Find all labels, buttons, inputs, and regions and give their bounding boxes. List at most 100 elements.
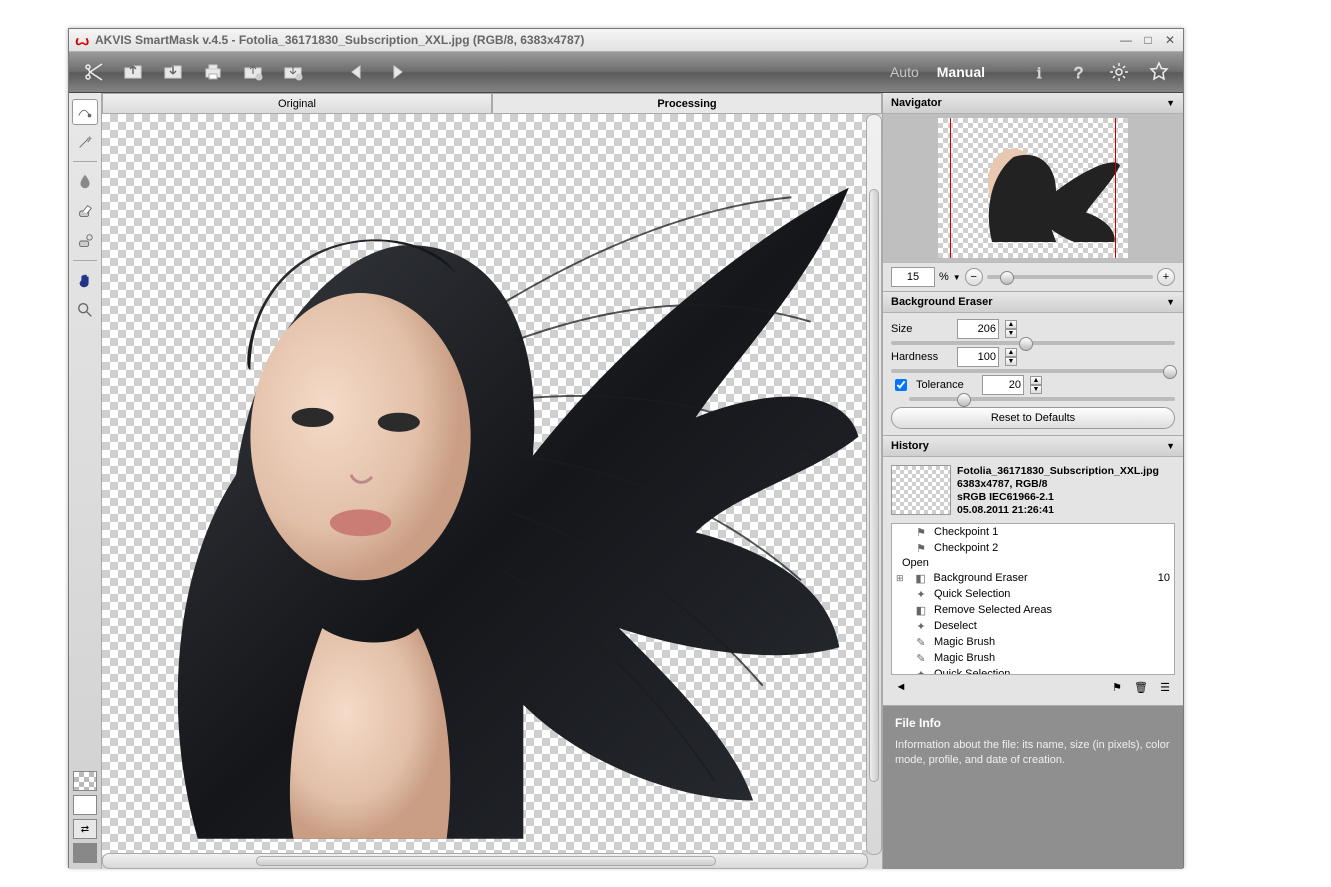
background-eraser-tool[interactable]	[72, 198, 98, 224]
scissors-icon[interactable]	[79, 58, 107, 86]
tolerance-spin-up[interactable]: ▲	[1030, 376, 1042, 385]
file-info-title: File Info	[895, 716, 1171, 730]
size-input[interactable]	[957, 319, 999, 339]
svg-text:?: ?	[1074, 65, 1083, 82]
blur-tool[interactable]	[72, 168, 98, 194]
h-scrollbar[interactable]	[102, 853, 868, 869]
history-brush-tool[interactable]	[72, 228, 98, 254]
zoom-out-button[interactable]: −	[965, 268, 983, 286]
tab-original[interactable]: Original	[102, 93, 492, 113]
file-info-panel: File Info Information about the file: it…	[883, 706, 1183, 869]
maximize-button[interactable]: □	[1141, 33, 1155, 47]
history-item-label: Quick Selection	[934, 668, 1010, 675]
info-button[interactable]: i	[1025, 58, 1053, 86]
history-item[interactable]: ✎ Magic Brush	[892, 650, 1174, 666]
mode-auto[interactable]: Auto	[890, 64, 919, 80]
zoom-dropdown-icon[interactable]: ▼	[953, 273, 961, 282]
undo-button[interactable]	[343, 58, 371, 86]
close-button[interactable]: ✕	[1163, 33, 1177, 47]
history-item[interactable]: ✦Quick Selection	[892, 586, 1174, 602]
history-item-label: Magic Brush	[934, 652, 995, 664]
print-button[interactable]	[199, 58, 227, 86]
navigator-panel: Navigator ▼ ▼ − +	[883, 93, 1183, 292]
collapse-icon: ▼	[1166, 98, 1175, 108]
minimize-button[interactable]: —	[1119, 33, 1133, 47]
size-spin-down[interactable]: ▼	[1005, 329, 1017, 338]
save-preset-button[interactable]	[279, 58, 307, 86]
load-preset-button[interactable]	[239, 58, 267, 86]
tolerance-slider[interactable]	[909, 397, 1175, 401]
app-window: ꙍ AKVIS SmartMask v.4.5 - Fotolia_361718…	[68, 28, 1184, 868]
brush-icon: ✎	[914, 635, 928, 649]
history-menu-button[interactable]: ☰	[1157, 679, 1173, 695]
history-item[interactable]: ⊞◧Background Eraser10	[892, 570, 1174, 586]
flag-icon: ⚑	[914, 541, 928, 555]
open-button[interactable]	[119, 58, 147, 86]
history-list[interactable]: ⚑Checkpoint 1⚑ Checkpoint 2 Open⊞◧Backgrou…	[891, 523, 1175, 675]
bg-eraser-title: Background Eraser	[891, 296, 992, 308]
zoom-in-button[interactable]: +	[1157, 268, 1175, 286]
file-info-text: Information about the file: its name, si…	[895, 738, 1171, 768]
history-item[interactable]: ◧ Remove Selected Areas	[892, 602, 1174, 618]
eraser-icon: ◧	[914, 571, 928, 585]
reset-button[interactable]: Reset to Defaults	[891, 407, 1175, 429]
tolerance-input[interactable]	[982, 375, 1024, 395]
history-item[interactable]: ⚑ Checkpoint 2	[892, 540, 1174, 556]
history-item[interactable]: Open	[892, 556, 1174, 570]
history-item[interactable]: ✦Deselect	[892, 618, 1174, 634]
hardness-label: Hardness	[891, 351, 951, 363]
bg-mode-color[interactable]	[73, 843, 97, 863]
redo-button[interactable]	[383, 58, 411, 86]
history-title: History	[891, 440, 929, 452]
bg-mode-swap[interactable]: ⇄	[73, 819, 97, 839]
bg-mode-checker[interactable]	[73, 771, 97, 791]
history-item-count: 10	[1158, 572, 1170, 584]
zoom-input[interactable]	[891, 267, 935, 287]
history-file-thumb	[891, 465, 951, 515]
history-panel: History▼ Fotolia_36171830_Subscription_X…	[883, 436, 1183, 706]
history-item[interactable]: ⚑Checkpoint 1	[892, 524, 1174, 540]
history-item-label: Remove Selected Areas	[934, 604, 1052, 616]
brush-icon: ✎	[914, 651, 928, 665]
navigator-header[interactable]: Navigator ▼	[883, 93, 1183, 114]
eraser-icon: ◧	[914, 603, 928, 617]
size-slider[interactable]	[891, 341, 1175, 345]
history-item-label: Checkpoint 1	[934, 526, 998, 538]
help-button[interactable]: ?	[1065, 58, 1093, 86]
history-back-button[interactable]: ◄	[893, 679, 909, 695]
delete-history-button[interactable]: 🗑	[1133, 679, 1149, 695]
wand-icon: ✦	[914, 587, 928, 601]
v-scrollbar[interactable]	[866, 114, 882, 855]
zoom-tool[interactable]	[72, 297, 98, 323]
bg-mode-white[interactable]	[73, 795, 97, 815]
mode-manual[interactable]: Manual	[937, 64, 985, 80]
size-spin-up[interactable]: ▲	[1005, 320, 1017, 329]
quick-selection-tool[interactable]	[72, 99, 98, 125]
zoom-slider[interactable]	[987, 275, 1153, 279]
navigator-title: Navigator	[891, 97, 942, 109]
view-tabs: Original Processing	[102, 93, 882, 114]
svg-text:i: i	[1037, 65, 1042, 82]
favorite-button[interactable]	[1145, 58, 1173, 86]
magic-brush-tool[interactable]	[72, 129, 98, 155]
settings-button[interactable]	[1105, 58, 1133, 86]
canvas[interactable]	[102, 114, 882, 869]
history-item[interactable]: ✎Magic Brush	[892, 634, 1174, 650]
tool-palette: ⇄	[69, 93, 102, 869]
history-item[interactable]: ✦Quick Selection	[892, 666, 1174, 675]
hardness-slider[interactable]	[891, 369, 1175, 373]
titlebar: ꙍ AKVIS SmartMask v.4.5 - Fotolia_361718…	[69, 29, 1183, 52]
checkpoint-button[interactable]: ⚑	[1109, 679, 1125, 695]
hardness-spin-down[interactable]: ▼	[1005, 357, 1017, 366]
tolerance-checkbox[interactable]	[895, 379, 907, 391]
tab-processing[interactable]: Processing	[492, 93, 882, 113]
history-header[interactable]: History▼	[883, 436, 1183, 457]
history-item-label: Checkpoint 2	[934, 542, 998, 554]
save-button[interactable]	[159, 58, 187, 86]
hand-tool[interactable]	[72, 267, 98, 293]
navigator-preview[interactable]	[883, 114, 1183, 262]
bg-eraser-header[interactable]: Background Eraser▼	[883, 292, 1183, 313]
hardness-input[interactable]	[957, 347, 999, 367]
tolerance-spin-down[interactable]: ▼	[1030, 385, 1042, 394]
hardness-spin-up[interactable]: ▲	[1005, 348, 1017, 357]
